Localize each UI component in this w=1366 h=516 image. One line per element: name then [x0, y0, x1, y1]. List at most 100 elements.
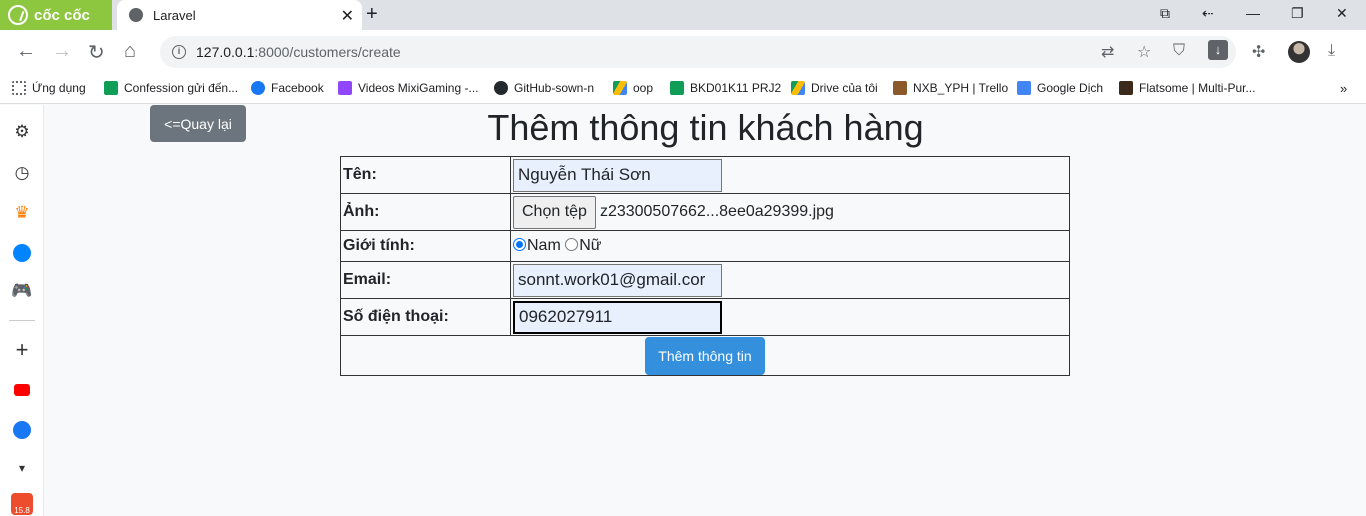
gender-female-radio[interactable]: [565, 238, 579, 251]
bookmark-drive[interactable]: Drive của tôi: [791, 81, 878, 95]
bookmark-bkd01k11[interactable]: BKD01K11 PRJ2: [670, 81, 781, 95]
profile-avatar[interactable]: [1288, 41, 1310, 63]
reload-button[interactable]: ↻: [88, 40, 105, 65]
facebook-icon[interactable]: [11, 419, 33, 441]
address-bar[interactable]: i 127.0.0.1 :8000/customers/create: [160, 36, 1236, 68]
gender-male-radio[interactable]: [513, 238, 526, 251]
url-path: :8000/customers/create: [254, 44, 401, 60]
close-tab-icon[interactable]: ✕: [341, 6, 354, 26]
history-icon[interactable]: ◷: [11, 162, 33, 184]
shopee-badge: 15.8: [11, 493, 33, 515]
bookmark-label: Flatsome | Multi-Pur...: [1139, 81, 1256, 95]
forward-button[interactable]: →: [52, 40, 72, 63]
photo-cell: Chọn tệp z23300507662...8ee0a29399.jpg: [510, 193, 1070, 231]
site-info-icon[interactable]: i: [172, 45, 186, 59]
bookmark-apps[interactable]: Ứng dụng: [12, 81, 86, 95]
bookmark-star-icon[interactable]: ☆: [1137, 42, 1151, 62]
savior-download-icon[interactable]: ↓: [1208, 40, 1228, 60]
bookmark-label: Google Dịch: [1037, 81, 1104, 95]
form-row-name: Tên: Nguyễn Thái Sơn: [340, 156, 1070, 194]
minimize-button[interactable]: —: [1246, 5, 1260, 21]
globe-icon: [129, 8, 143, 22]
google-translate-icon: [1017, 81, 1031, 95]
bookmark-flatsome[interactable]: Flatsome | Multi-Pur...: [1119, 81, 1255, 95]
bookmark-label: NXB_YPH | Trello: [913, 81, 1009, 95]
form-row-gender: Giới tính: Nam Nữ: [340, 230, 1070, 262]
bookmark-confession[interactable]: Confession gửi đến...: [104, 81, 238, 95]
youtube-icon[interactable]: [11, 379, 33, 401]
download-icon[interactable]: ⤓: [1328, 42, 1335, 60]
form-row-phone: Số điện thoại: 0962027911: [340, 298, 1070, 336]
bookmark-oop[interactable]: oop: [613, 81, 653, 95]
url-host: 127.0.0.1: [196, 44, 255, 60]
name-cell: Nguyễn Thái Sơn: [510, 156, 1070, 194]
phone-cell: 0962027911: [510, 298, 1070, 336]
bookmark-facebook[interactable]: Facebook: [251, 81, 324, 95]
phone-input[interactable]: 0962027911: [513, 300, 722, 334]
email-label: Email:: [340, 261, 511, 299]
browser-sidebar: ⚙ ◷ ♛ 🎮 + ▾ 15.8: [0, 105, 44, 516]
settings-gear-icon[interactable]: ⚙: [11, 121, 33, 143]
bookmark-label: GitHub-sown-n: [514, 81, 595, 95]
search-tabs-icon[interactable]: ⧉: [1160, 5, 1170, 22]
google-drive-icon: [791, 81, 805, 95]
bookmarks-bar: Ứng dụng Confession gửi đến... Facebook …: [0, 74, 1366, 104]
github-icon: [494, 81, 508, 95]
back-arrow-icon[interactable]: ⇠: [1202, 5, 1214, 22]
bookmark-label: Confession gửi đến...: [124, 81, 239, 95]
shopee-icon[interactable]: 15.8: [11, 493, 33, 515]
submit-button[interactable]: Thêm thông tin: [645, 336, 765, 375]
book-icon: [893, 81, 907, 95]
restore-button[interactable]: ❐: [1291, 5, 1304, 22]
home-button[interactable]: ⌂: [124, 40, 136, 63]
back-button[interactable]: ←: [16, 40, 36, 63]
gender-male-label[interactable]: Nam: [527, 237, 561, 254]
twitch-icon: [338, 81, 352, 95]
facebook-icon: [251, 81, 265, 95]
bookmark-label: Ứng dụng: [32, 81, 86, 95]
phone-label: Số điện thoại:: [340, 298, 511, 336]
gender-cell: Nam Nữ: [510, 230, 1070, 262]
bookmark-github[interactable]: GitHub-sown-n: [494, 81, 594, 95]
sidebar-divider: [9, 320, 35, 321]
bookmark-label: Facebook: [271, 81, 324, 95]
coccoc-logo-icon: [8, 5, 28, 25]
bookmark-label: Videos MixiGaming -...: [358, 81, 479, 95]
gamepad-icon[interactable]: 🎮: [11, 280, 33, 302]
tab-bar: cốc cốc Laravel ✕ + ⧉ ⇠ — ❐ ✕: [0, 0, 1366, 30]
new-tab-button[interactable]: +: [366, 3, 378, 26]
translate-icon[interactable]: ⇄: [1101, 42, 1114, 62]
crown-icon[interactable]: ♛: [11, 202, 33, 224]
coccoc-menu-button[interactable]: cốc cốc: [0, 0, 112, 30]
bookmark-mixigaming[interactable]: Videos MixiGaming -...: [338, 81, 479, 95]
add-panel-icon[interactable]: +: [11, 337, 33, 362]
flatsome-icon: [1119, 81, 1133, 95]
form-row-photo: Ảnh: Chọn tệp z23300507662...8ee0a29399.j…: [340, 193, 1070, 231]
shield-icon[interactable]: ⛉: [1173, 42, 1185, 60]
form-row-email: Email: sonnt.work01@gmail.cor: [340, 261, 1070, 299]
bookmark-label: BKD01K11 PRJ2: [690, 81, 782, 95]
gender-label: Giới tính:: [340, 230, 511, 262]
selected-file-name: z23300507662...8ee0a29399.jpg: [599, 203, 834, 220]
gender-female-label[interactable]: Nữ: [579, 237, 601, 254]
bookmark-trello[interactable]: NXB_YPH | Trello: [893, 81, 1008, 95]
email-input[interactable]: sonnt.work01@gmail.cor: [513, 263, 722, 297]
apps-grid-icon: [12, 81, 26, 95]
sheets-icon: [104, 81, 118, 95]
extensions-icon[interactable]: ✣: [1252, 42, 1265, 62]
bookmark-label: oop: [633, 81, 654, 95]
back-link-button[interactable]: <=Quay lại: [150, 105, 246, 142]
choose-file-button[interactable]: Chọn tệp: [513, 195, 596, 229]
expand-chevron-down-icon[interactable]: ▾: [11, 457, 33, 479]
page-content: Thêm thông tin khách hàng <=Quay lại Tên…: [45, 105, 1366, 516]
more-bookmarks-chevron-icon[interactable]: »: [1340, 81, 1347, 96]
tab-laravel[interactable]: Laravel ✕: [117, 0, 362, 30]
name-input[interactable]: Nguyễn Thái Sơn: [513, 158, 722, 192]
brand-label: cốc cốc: [34, 6, 90, 24]
name-label: Tên:: [340, 156, 511, 194]
bookmark-google-translate[interactable]: Google Dịch: [1017, 81, 1103, 95]
bookmark-label: Drive của tôi: [811, 81, 878, 95]
messenger-icon[interactable]: [11, 242, 33, 264]
close-window-button[interactable]: ✕: [1336, 5, 1348, 22]
form-row-submit: Thêm thông tin: [340, 335, 1070, 376]
